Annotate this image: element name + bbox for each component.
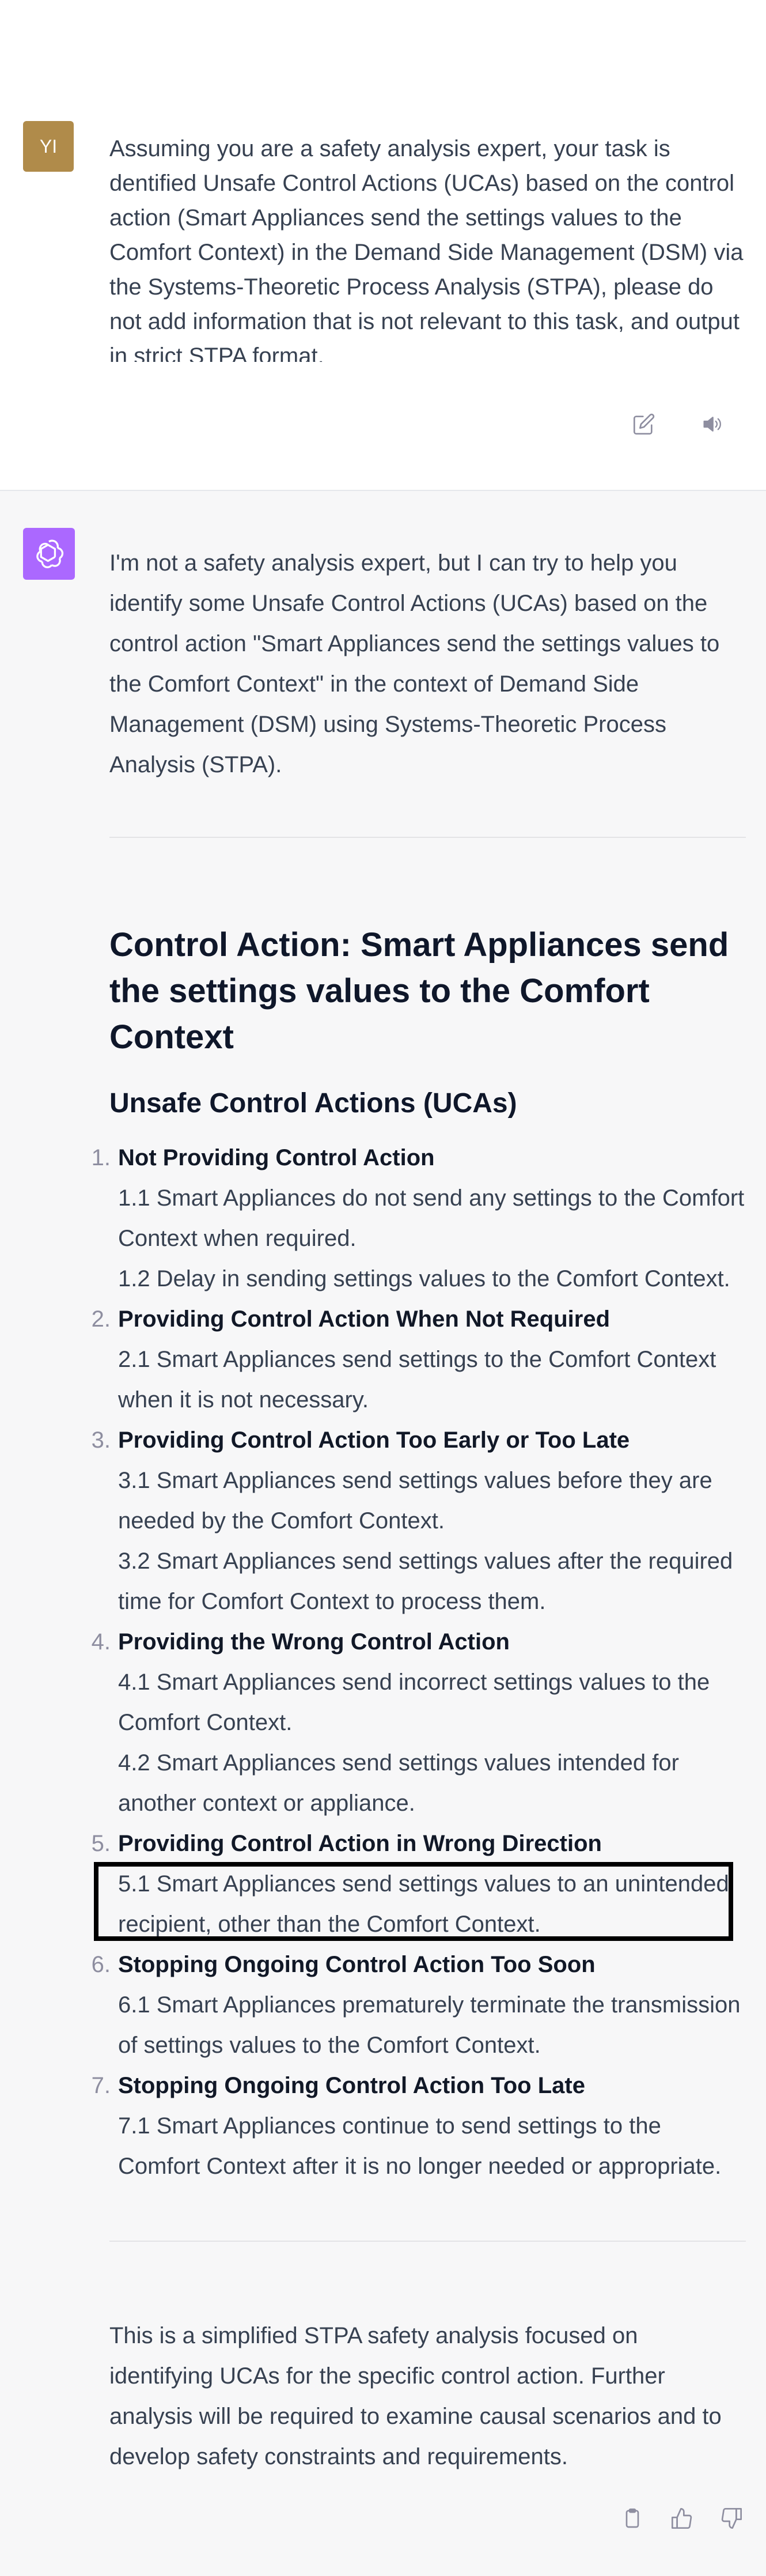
uca-number: 7.: [91, 2073, 111, 2098]
uca-title: Providing Control Action Too Early or To…: [118, 1427, 630, 1453]
uca-subitem: 3.2 Smart Appliances send settings value…: [118, 1548, 733, 1614]
uca-number: 1.: [91, 1145, 111, 1170]
uca-item-2: 2. Providing Control Action When Not Req…: [86, 1299, 749, 1420]
uca-item-6: 6. Stopping Ongoing Control Action Too S…: [86, 1944, 749, 2065]
uca-item-4: 4. Providing the Wrong Control Action 4.…: [86, 1622, 749, 1823]
uca-title: Providing the Wrong Control Action: [118, 1629, 510, 1655]
edit-icon[interactable]: [628, 408, 660, 440]
assistant-intro: I'm not a safety analysis expert, but I …: [109, 550, 720, 777]
uca-title: Stopping Ongoing Control Action Too Late: [118, 2073, 585, 2098]
control-action-heading: Control Action: Smart Appliances send th…: [109, 926, 729, 1056]
uca-subitem: 5.1 Smart Appliances send settings value…: [118, 1871, 729, 1937]
user-message: YI Assuming you are a safety analysis ex…: [0, 0, 766, 491]
uca-subitem: 6.1 Smart Appliances prematurely termina…: [118, 1992, 741, 2058]
uca-title: Not Providing Control Action: [118, 1145, 435, 1170]
assistant-message-actions: [616, 2502, 748, 2535]
uca-number: 5.: [91, 1831, 111, 1856]
divider: [109, 2241, 746, 2242]
uca-title: Providing Control Action When Not Requir…: [118, 1306, 610, 1332]
uca-number: 2.: [91, 1306, 111, 1332]
uca-subitem: 3.1 Smart Appliances send settings value…: [118, 1468, 712, 1533]
uca-subitem: 7.1 Smart Appliances continue to send se…: [118, 2113, 722, 2179]
user-message-actions: [628, 408, 728, 440]
uca-subheading: Unsafe Control Actions (UCAs): [109, 1088, 517, 1119]
divider: [109, 837, 746, 838]
uca-item-1: 1. Not Providing Control Action 1.1 Smar…: [86, 1138, 749, 1299]
uca-item-5: 5. Providing Control Action in Wrong Dir…: [86, 1823, 749, 1944]
assistant-message: I'm not a safety analysis expert, but I …: [0, 491, 766, 2576]
user-message-text: Assuming you are a safety analysis exper…: [109, 136, 744, 362]
clipboard-icon[interactable]: [616, 2502, 649, 2535]
assistant-intro-container: I'm not a safety analysis expert, but I …: [109, 543, 746, 785]
uca-subitem: 4.2 Smart Appliances send settings value…: [118, 1750, 679, 1816]
uca-item-7: 7. Stopping Ongoing Control Action Too L…: [86, 2065, 749, 2186]
user-avatar: YI: [23, 121, 74, 172]
uca-number: 6.: [91, 1952, 111, 1977]
uca-subitem: 2.1 Smart Appliances send settings to th…: [118, 1347, 716, 1412]
openai-logo-icon: [23, 528, 75, 580]
speaker-icon[interactable]: [696, 408, 728, 440]
uca-subitem: 1.2 Delay in sending settings values to …: [118, 1266, 730, 1291]
uca-subitem: 4.1 Smart Appliances send incorrect sett…: [118, 1670, 710, 1735]
thumbs-up-icon[interactable]: [666, 2502, 698, 2535]
uca-item-3: 3. Providing Control Action Too Early or…: [86, 1420, 749, 1622]
uca-number: 4.: [91, 1629, 111, 1655]
assistant-summary: This is a simplified STPA safety analysi…: [109, 2323, 722, 2469]
user-avatar-initials: YI: [39, 135, 58, 157]
uca-list: 1. Not Providing Control Action 1.1 Smar…: [86, 1138, 749, 2186]
uca-title: Providing Control Action in Wrong Direct…: [118, 1831, 602, 1856]
uca-number: 3.: [91, 1427, 111, 1453]
uca-title: Stopping Ongoing Control Action Too Soon: [118, 1952, 596, 1977]
thumbs-down-icon[interactable]: [715, 2502, 748, 2535]
uca-subitem: 1.1 Smart Appliances do not send any set…: [118, 1185, 745, 1251]
